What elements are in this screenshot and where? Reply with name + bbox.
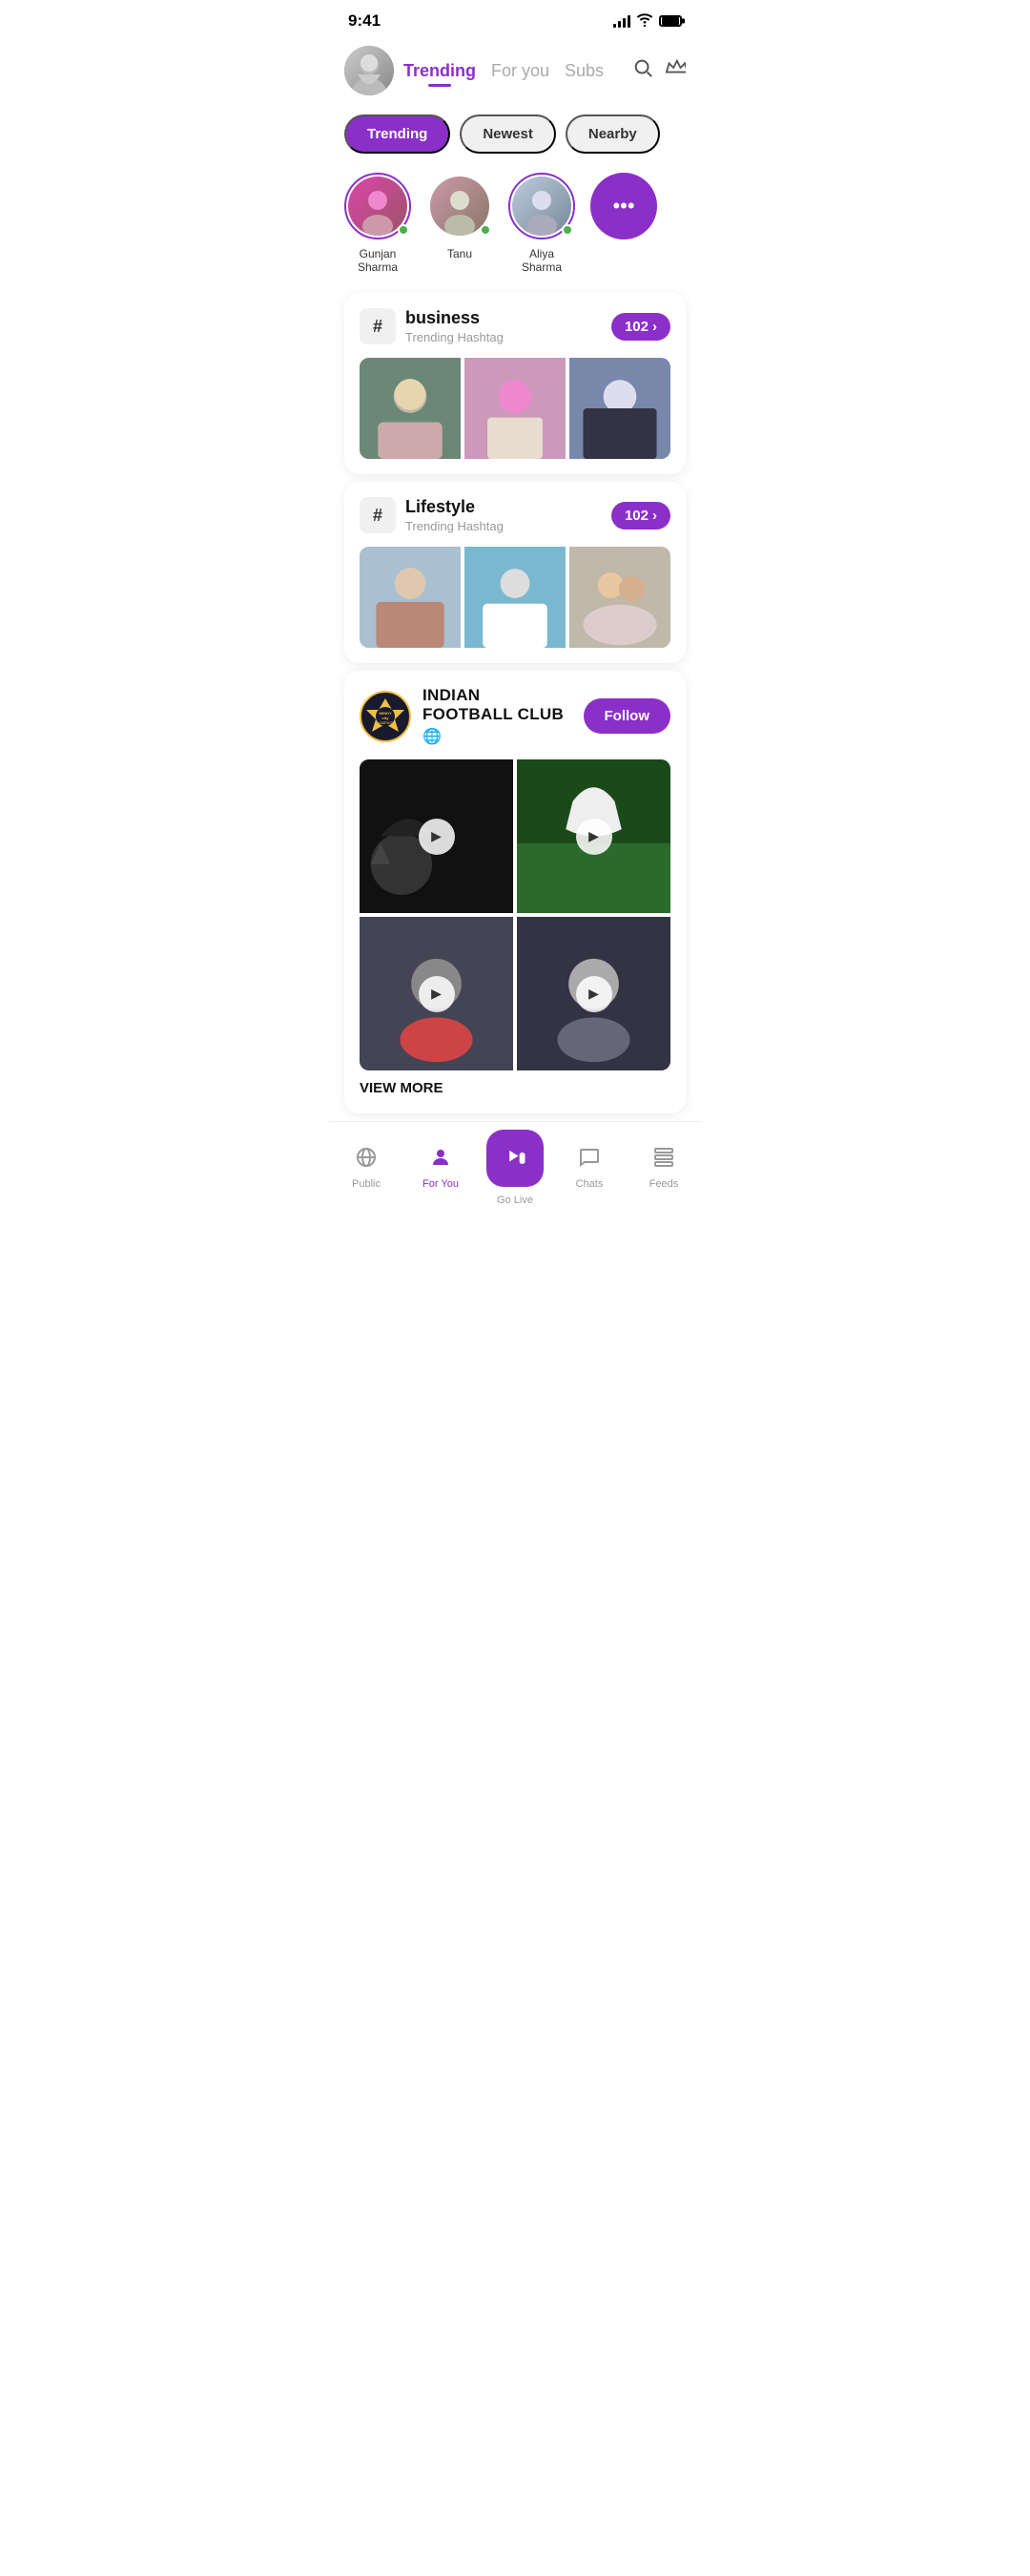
nav-public-label: Public bbox=[352, 1178, 381, 1190]
nav-foryou-label: For You bbox=[422, 1178, 459, 1190]
search-icon[interactable] bbox=[632, 57, 653, 84]
story-item-aliya[interactable]: Aliya Sharma bbox=[508, 173, 575, 274]
story-item-tanu[interactable]: Tanu bbox=[426, 173, 493, 260]
hash-icon-lifestyle: # bbox=[360, 497, 396, 533]
play-button-1[interactable]: ▶ bbox=[419, 819, 455, 855]
signal-icon bbox=[613, 14, 630, 28]
hashtag-sub-business: Trending Hashtag bbox=[405, 330, 504, 344]
lifestyle-img-1[interactable] bbox=[360, 547, 461, 648]
lifestyle-count-badge[interactable]: 102 › bbox=[611, 502, 670, 530]
status-icons bbox=[613, 13, 682, 30]
lifestyle-image-grid bbox=[360, 547, 670, 648]
business-img-2[interactable] bbox=[464, 358, 566, 459]
club-name: INDIAN FOOTBALL CLUB bbox=[422, 686, 572, 724]
business-image-grid bbox=[360, 358, 670, 459]
hashtag-header-business: # business Trending Hashtag 102 › bbox=[360, 308, 670, 344]
filter-tabs: Trending Newest Nearby bbox=[329, 107, 701, 161]
story-name-gunjan: Gunjan Sharma bbox=[344, 247, 411, 274]
view-more-button[interactable]: VIEW MORE bbox=[360, 1070, 670, 1098]
nav-feeds[interactable]: Feeds bbox=[627, 1146, 701, 1190]
play-button-2[interactable]: ▶ bbox=[576, 819, 612, 855]
header: Trending For you Subs bbox=[329, 38, 701, 107]
status-bar: 9:41 bbox=[329, 0, 701, 38]
feeds-icon bbox=[652, 1146, 675, 1174]
nav-golive[interactable]: Go Live bbox=[478, 1130, 552, 1206]
hashtag-title-business: business bbox=[405, 308, 504, 328]
club-video-grid: ▶ ▶ ▶ ▶ bbox=[360, 759, 670, 1070]
nav-chats-label: Chats bbox=[576, 1178, 604, 1190]
hashtag-title-lifestyle: Lifestyle bbox=[405, 497, 504, 517]
club-header: WINDY city RAMPAGE INDIAN FOOTBALL CLUB … bbox=[360, 686, 670, 746]
business-hashtag-card: # business Trending Hashtag 102 › bbox=[344, 293, 686, 474]
foryou-icon bbox=[429, 1146, 452, 1174]
play-button-4[interactable]: ▶ bbox=[576, 976, 612, 1012]
public-icon bbox=[355, 1146, 378, 1174]
wifi-icon bbox=[636, 13, 653, 30]
lifestyle-img-2[interactable] bbox=[464, 547, 566, 648]
filter-trending[interactable]: Trending bbox=[344, 114, 450, 154]
online-dot bbox=[398, 224, 409, 236]
story-row: Gunjan Sharma Tanu bbox=[329, 161, 701, 285]
football-club-card: WINDY city RAMPAGE INDIAN FOOTBALL CLUB … bbox=[344, 671, 686, 1113]
svg-text:RAMPAGE: RAMPAGE bbox=[376, 720, 395, 725]
club-globe-icon: 🌐 bbox=[422, 727, 572, 746]
club-logo: WINDY city RAMPAGE bbox=[360, 691, 411, 742]
tab-trending[interactable]: Trending bbox=[403, 61, 476, 81]
status-time: 9:41 bbox=[348, 11, 381, 31]
nav-golive-label: Go Live bbox=[497, 1195, 533, 1206]
lifestyle-img-3[interactable] bbox=[569, 547, 670, 648]
story-item-gunjan[interactable]: Gunjan Sharma bbox=[344, 173, 411, 274]
club-video-3[interactable]: ▶ bbox=[360, 917, 513, 1070]
story-item-more[interactable]: ••• bbox=[590, 173, 657, 247]
story-more-btn[interactable]: ••• bbox=[590, 173, 657, 239]
hashtag-header-lifestyle: # Lifestyle Trending Hashtag 102 › bbox=[360, 497, 670, 533]
tab-subs[interactable]: Subs bbox=[565, 61, 604, 81]
user-avatar[interactable] bbox=[344, 46, 394, 95]
header-actions bbox=[632, 57, 686, 84]
online-dot-aliya bbox=[562, 224, 573, 236]
online-dot-tanu bbox=[480, 224, 491, 236]
club-video-1[interactable]: ▶ bbox=[360, 759, 513, 913]
story-name-tanu: Tanu bbox=[447, 247, 472, 260]
hashtag-sub-lifestyle: Trending Hashtag bbox=[405, 519, 504, 533]
chats-icon bbox=[578, 1146, 601, 1174]
follow-button[interactable]: Follow bbox=[584, 698, 671, 734]
club-video-2[interactable]: ▶ bbox=[517, 759, 670, 913]
filter-newest[interactable]: Newest bbox=[460, 114, 556, 154]
tab-foryou[interactable]: For you bbox=[491, 61, 549, 81]
filter-nearby[interactable]: Nearby bbox=[566, 114, 660, 154]
nav-tabs: Trending For you Subs bbox=[403, 61, 623, 81]
bottom-nav: Public For You Go Live Chats bbox=[329, 1121, 701, 1221]
nav-feeds-label: Feeds bbox=[649, 1178, 679, 1190]
lifestyle-hashtag-card: # Lifestyle Trending Hashtag 102 › bbox=[344, 482, 686, 663]
nav-foryou[interactable]: For You bbox=[403, 1146, 478, 1190]
hash-icon-business: # bbox=[360, 308, 396, 344]
golive-button[interactable] bbox=[486, 1130, 544, 1187]
battery-icon bbox=[659, 15, 682, 27]
nav-public[interactable]: Public bbox=[329, 1146, 403, 1190]
play-button-3[interactable]: ▶ bbox=[419, 976, 455, 1012]
business-img-3[interactable] bbox=[569, 358, 670, 459]
club-video-4[interactable]: ▶ bbox=[517, 917, 670, 1070]
story-name-aliya: Aliya Sharma bbox=[508, 247, 575, 274]
business-img-1[interactable] bbox=[360, 358, 461, 459]
crown-icon[interactable] bbox=[665, 57, 686, 84]
business-count-badge[interactable]: 102 › bbox=[611, 313, 670, 341]
nav-chats[interactable]: Chats bbox=[552, 1146, 627, 1190]
